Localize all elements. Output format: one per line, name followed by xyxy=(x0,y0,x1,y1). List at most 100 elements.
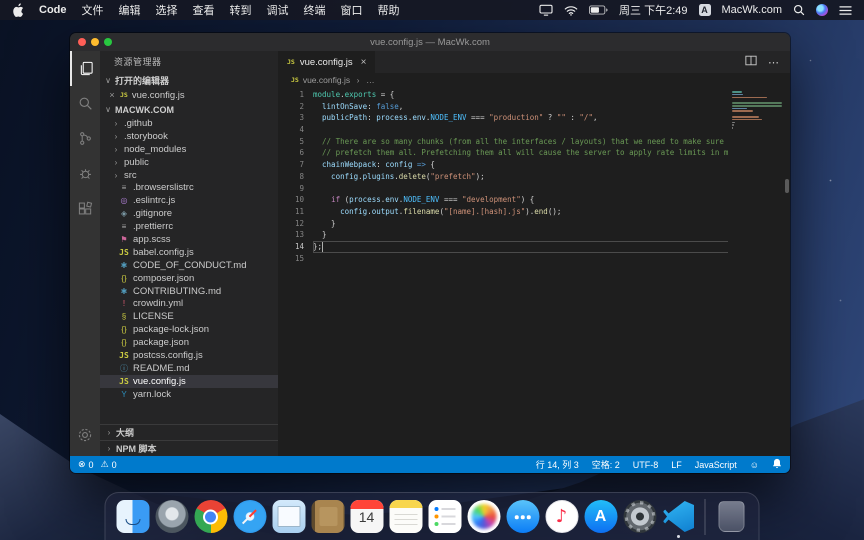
input-source-icon[interactable]: A xyxy=(699,4,711,16)
tree-item-vue.config.js[interactable]: JSvue.config.js xyxy=(100,375,278,388)
menu-item-帮助[interactable]: 帮助 xyxy=(378,2,400,18)
tree-item-composer.json[interactable]: {}composer.json xyxy=(100,272,278,285)
tree-item-LICENSE[interactable]: §LICENSE xyxy=(100,310,278,323)
settings-gear-icon[interactable] xyxy=(70,417,100,452)
source-control-icon[interactable] xyxy=(70,121,100,156)
dock-item-mail[interactable] xyxy=(271,497,307,537)
tab-close-icon[interactable]: × xyxy=(361,57,367,68)
sidebar-section-NPM 脚本[interactable]: ›NPM 脚本 xyxy=(100,440,278,456)
spotlight-search-icon[interactable] xyxy=(793,4,805,16)
extensions-icon[interactable] xyxy=(70,191,100,226)
dock-item-messages[interactable] xyxy=(505,497,541,537)
close-icon[interactable]: × xyxy=(108,90,116,100)
file-type-icon: {} xyxy=(119,338,129,347)
line-text: } xyxy=(313,218,790,230)
tree-item-.gitignore[interactable]: ◈.gitignore xyxy=(100,207,278,220)
menu-item-窗口[interactable]: 窗口 xyxy=(341,2,363,18)
dock-item-contacts[interactable] xyxy=(310,497,346,537)
open-editor-item[interactable]: ×JSvue.config.js xyxy=(100,88,278,102)
breadcrumb-symbol[interactable]: … xyxy=(366,75,375,85)
tree-item-postcss.config.js[interactable]: JSpostcss.config.js xyxy=(100,349,278,362)
line-number: 8 xyxy=(278,171,313,183)
menubar-account[interactable]: MacWk.com xyxy=(722,4,783,16)
tree-item-README.md[interactable]: ⓘREADME.md xyxy=(100,362,278,375)
tree-item-node_modules[interactable]: ›node_modules xyxy=(100,143,278,156)
menu-item-转到[interactable]: 转到 xyxy=(230,2,252,18)
menu-item-编辑[interactable]: 编辑 xyxy=(119,2,141,18)
apple-menu-icon[interactable] xyxy=(12,3,24,17)
wifi-icon[interactable] xyxy=(564,5,578,16)
file-name: composer.json xyxy=(133,273,194,284)
dock-item-trash[interactable] xyxy=(714,497,750,537)
line-text: module.exports = { xyxy=(313,89,790,101)
line-text: }; xyxy=(313,241,790,253)
eol-sequence[interactable]: LF xyxy=(671,460,682,470)
code-editor[interactable]: 1module.exports = {2 lintOnSave: false,3… xyxy=(278,87,790,456)
chevron-right-icon: › xyxy=(354,76,362,85)
code-line-6: 6 // prefetch them all. Prefetching them… xyxy=(278,147,790,159)
problems-indicator[interactable]: ⊗ 0 ⚠ 0 xyxy=(78,459,117,470)
split-editor-icon[interactable] xyxy=(745,53,757,71)
breadcrumb[interactable]: JS vue.config.js › … xyxy=(278,73,790,87)
file-name: src xyxy=(124,170,137,181)
indentation[interactable]: 空格: 2 xyxy=(592,458,620,471)
tree-item-package.json[interactable]: {}package.json xyxy=(100,336,278,349)
notification-center-icon[interactable] xyxy=(839,5,852,16)
explorer-sidebar: 资源管理器 ∨ 打开的编辑器 ×JSvue.config.js ∨ MACWK.… xyxy=(100,51,278,456)
dock-item-photos[interactable] xyxy=(466,497,502,537)
search-icon[interactable] xyxy=(70,86,100,121)
tree-item-.eslintrc.js[interactable]: ◎.eslintrc.js xyxy=(100,194,278,207)
breadcrumb-file[interactable]: vue.config.js xyxy=(303,75,350,85)
language-mode[interactable]: JavaScript xyxy=(695,460,737,470)
encoding[interactable]: UTF-8 xyxy=(633,460,659,470)
menubar-app-name[interactable]: Code xyxy=(39,4,67,16)
tree-item-babel.config.js[interactable]: JSbabel.config.js xyxy=(100,246,278,259)
dock-item-vscode[interactable] xyxy=(661,497,697,537)
menu-item-查看[interactable]: 查看 xyxy=(193,2,215,18)
dock-item-calendar[interactable]: 14 xyxy=(349,497,385,537)
dock-item-chrome[interactable] xyxy=(193,497,229,537)
siri-icon[interactable] xyxy=(816,4,828,16)
more-actions-icon[interactable]: ⋯ xyxy=(768,56,780,69)
dock-item-music[interactable] xyxy=(544,497,580,537)
dock-item-appstore[interactable] xyxy=(583,497,619,537)
dock-item-reminders[interactable] xyxy=(427,497,463,537)
tree-item-.github[interactable]: ›.github xyxy=(100,117,278,130)
debug-icon[interactable] xyxy=(70,156,100,191)
open-editors-section[interactable]: ∨ 打开的编辑器 xyxy=(100,73,278,88)
tree-item-package-lock.json[interactable]: {}package-lock.json xyxy=(100,323,278,336)
menu-item-文件[interactable]: 文件 xyxy=(82,2,104,18)
tree-item-.browserslistrc[interactable]: ≡.browserslistrc xyxy=(100,181,278,194)
dock-item-sysprefs[interactable] xyxy=(622,497,658,537)
menu-item-选择[interactable]: 选择 xyxy=(156,2,178,18)
tree-item-crowdin.yml[interactable]: !crowdin.yml xyxy=(100,297,278,310)
dock-item-finder[interactable] xyxy=(115,497,151,537)
menu-item-调试[interactable]: 调试 xyxy=(267,2,289,18)
tree-item-CODE_OF_CONDUCT.md[interactable]: ✱CODE_OF_CONDUCT.md xyxy=(100,259,278,272)
cursor-position[interactable]: 行 14, 列 3 xyxy=(536,458,579,471)
tree-item-public[interactable]: ›public xyxy=(100,156,278,169)
tree-item-.storybook[interactable]: ›.storybook xyxy=(100,130,278,143)
tree-item-src[interactable]: ›src xyxy=(100,169,278,182)
explorer-icon[interactable] xyxy=(70,51,100,86)
display-icon[interactable] xyxy=(539,4,553,16)
notes-icon xyxy=(389,500,422,533)
tree-item-yarn.lock[interactable]: Yyarn.lock xyxy=(100,388,278,401)
sidebar-section-大纲[interactable]: ›大纲 xyxy=(100,424,278,440)
dock-item-safari[interactable] xyxy=(232,497,268,537)
tab-vue-config[interactable]: JS vue.config.js × xyxy=(278,51,375,73)
feedback-smiley-icon[interactable]: ☺ xyxy=(750,460,759,470)
scrollbar-thumb[interactable] xyxy=(785,179,789,193)
tree-item-CONTRIBUTING.md[interactable]: ✱CONTRIBUTING.md xyxy=(100,285,278,298)
dock-item-notes[interactable] xyxy=(388,497,424,537)
tree-item-.prettierrc[interactable]: ≡.prettierrc xyxy=(100,220,278,233)
minimap[interactable] xyxy=(728,87,790,456)
notifications-bell-icon[interactable] xyxy=(772,458,782,471)
menubar-clock[interactable]: 周三 下午2:49 xyxy=(619,2,687,18)
dock-item-launchpad[interactable] xyxy=(154,497,190,537)
tree-item-app.scss[interactable]: ⚑app.scss xyxy=(100,233,278,246)
menu-item-终端[interactable]: 终端 xyxy=(304,2,326,18)
root-folder-section[interactable]: ∨ MACWK.COM xyxy=(100,102,278,117)
window-titlebar[interactable]: vue.config.js — MacWk.com xyxy=(70,33,790,51)
battery-icon[interactable] xyxy=(589,5,608,15)
